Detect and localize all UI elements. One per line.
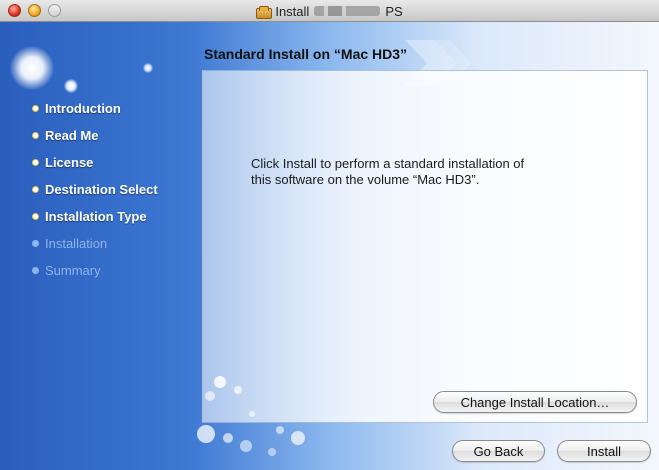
step-read-me: Read Me [32, 122, 158, 149]
bullet-icon [32, 267, 39, 274]
go-back-button[interactable]: Go Back [452, 440, 545, 462]
step-label: Installation Type [45, 209, 147, 224]
obscured-title-text [314, 6, 381, 16]
window-title-suffix: PS [385, 3, 403, 19]
change-install-location-button[interactable]: Change Install Location… [433, 391, 637, 413]
install-message: Click Install to perform a standard inst… [251, 156, 621, 188]
step-label: Summary [45, 263, 101, 278]
install-message-line: Click Install to perform a standard inst… [251, 156, 525, 171]
bullet-icon [32, 186, 39, 193]
step-label: Destination Select [45, 182, 158, 197]
title-bar[interactable]: Install PS [0, 0, 659, 22]
install-message-line: this software on the volume “Mac HD3”. [251, 172, 480, 187]
bullet-icon [32, 240, 39, 247]
bullet-icon [32, 132, 39, 139]
bullet-icon [32, 105, 39, 112]
step-label: Read Me [45, 128, 99, 143]
bullet-icon [32, 213, 39, 220]
main-panel: Click Install to perform a standard inst… [202, 70, 648, 423]
step-installation-type: Installation Type [32, 203, 158, 230]
step-license: License [32, 149, 158, 176]
step-destination-select: Destination Select [32, 176, 158, 203]
step-label: Installation [45, 236, 108, 251]
decorative-glow [143, 63, 153, 73]
bullet-icon [32, 159, 39, 166]
package-icon [256, 5, 273, 19]
page-title: Standard Install on “Mac HD3” [204, 46, 408, 62]
installer-window: Install PS Standard Install on “Mac HD3” [0, 0, 659, 470]
install-button[interactable]: Install [557, 440, 651, 462]
step-summary: Summary [32, 257, 158, 284]
installer-steps-list: Introduction Read Me License Destination… [32, 95, 158, 284]
step-installation: Installation [32, 230, 158, 257]
step-label: License [45, 155, 94, 170]
window-title-prefix: Install [275, 3, 310, 19]
step-introduction: Introduction [32, 95, 158, 122]
step-label: Introduction [45, 101, 121, 116]
decorative-glow [64, 79, 78, 93]
decorative-glow [10, 46, 54, 90]
window-title: Install PS [0, 3, 659, 19]
installer-content: Standard Install on “Mac HD3” Introducti… [0, 22, 659, 470]
